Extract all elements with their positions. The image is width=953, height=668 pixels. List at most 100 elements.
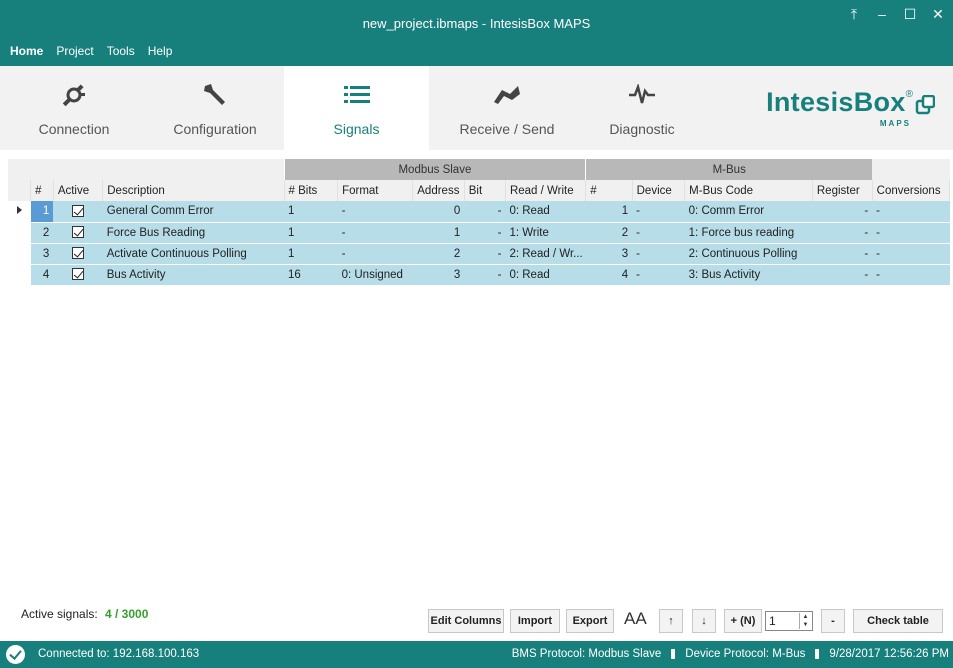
- col-register[interactable]: Register: [812, 180, 873, 201]
- tab-diagnostic[interactable]: Diagnostic: [597, 66, 687, 150]
- col-address[interactable]: Address: [412, 180, 465, 201]
- table-row[interactable]: 4 Bus Activity 16 0: Unsigned 3 - 0: Rea…: [8, 264, 950, 286]
- cell-mbus-number[interactable]: 1: [585, 201, 633, 223]
- stepper-arrows-icon[interactable]: ▲ ▼: [799, 613, 811, 629]
- cell-bits[interactable]: 1: [284, 201, 338, 223]
- row-selector[interactable]: [8, 243, 31, 265]
- add-n-button[interactable]: + (N): [724, 609, 762, 633]
- cell-read-write[interactable]: 0: Read: [505, 264, 586, 286]
- remove-button[interactable]: -: [821, 609, 845, 633]
- cell-register[interactable]: -: [812, 264, 873, 286]
- cell-address[interactable]: 3: [412, 264, 465, 286]
- font-size-button[interactable]: AA: [624, 609, 647, 629]
- export-button[interactable]: Export: [566, 609, 614, 633]
- tab-configuration[interactable]: Configuration: [150, 66, 280, 150]
- check-table-button[interactable]: Check table: [853, 609, 943, 633]
- cell-register[interactable]: -: [812, 201, 873, 223]
- tab-receive-send[interactable]: Receive / Send: [437, 66, 577, 150]
- active-checkbox[interactable]: [53, 264, 103, 286]
- cell-read-write[interactable]: 2: Read / Wr...: [505, 243, 586, 265]
- row-selector[interactable]: [8, 201, 31, 223]
- upload-icon[interactable]: ⤒: [847, 6, 861, 23]
- cell-format[interactable]: -: [337, 222, 413, 244]
- cell-bits[interactable]: 1: [284, 222, 338, 244]
- cell-mbus-code[interactable]: 3: Bus Activity: [684, 264, 813, 286]
- menu-home[interactable]: Home: [10, 44, 43, 58]
- add-count-value: 1: [769, 614, 776, 628]
- table-row[interactable]: 1 General Comm Error 1 - 0 - 0: Read 1 -…: [8, 201, 950, 223]
- col-device[interactable]: Device: [632, 180, 686, 201]
- cell-mbus-number[interactable]: 4: [585, 264, 633, 286]
- col-read-write[interactable]: Read / Write: [505, 180, 587, 201]
- move-up-button[interactable]: ↑: [659, 609, 683, 633]
- move-down-button[interactable]: ↓: [692, 609, 716, 633]
- menu-bar: Home Project Tools Help: [10, 44, 172, 58]
- cell-description[interactable]: Force Bus Reading: [102, 222, 285, 244]
- col-mbus-code[interactable]: M-Bus Code: [684, 180, 813, 201]
- cell-bit[interactable]: -: [464, 264, 506, 286]
- col-bits[interactable]: # Bits: [284, 180, 339, 201]
- edit-columns-button[interactable]: Edit Columns: [428, 609, 504, 633]
- brand-logo-icon: [915, 94, 936, 118]
- col-format[interactable]: Format: [337, 180, 414, 201]
- cell-device[interactable]: -: [632, 243, 685, 265]
- cell-conversions[interactable]: -: [872, 201, 950, 223]
- tab-receive-send-label: Receive / Send: [459, 121, 555, 137]
- cell-device[interactable]: -: [632, 222, 685, 244]
- cell-register[interactable]: -: [812, 222, 873, 244]
- menu-project[interactable]: Project: [56, 44, 93, 58]
- signals-table: Modbus Slave M-Bus # Active Description …: [8, 159, 951, 286]
- cell-conversions[interactable]: -: [872, 243, 950, 265]
- row-number: 3: [30, 243, 54, 265]
- cell-format[interactable]: -: [337, 243, 413, 265]
- cell-address[interactable]: 1: [412, 222, 465, 244]
- cell-mbus-number[interactable]: 2: [585, 222, 633, 244]
- cell-address[interactable]: 0: [412, 201, 465, 223]
- table-row[interactable]: 2 Force Bus Reading 1 - 1 - 1: Write 2 -…: [8, 222, 950, 244]
- menu-help[interactable]: Help: [148, 44, 173, 58]
- cell-bit[interactable]: -: [464, 201, 506, 223]
- col-description[interactable]: Description: [102, 180, 285, 201]
- col-mbus-number[interactable]: #: [585, 180, 633, 201]
- minimize-button[interactable]: –: [875, 6, 889, 23]
- col-active[interactable]: Active: [53, 180, 104, 201]
- cell-bits[interactable]: 16: [284, 264, 338, 286]
- current-row-arrow-icon: [16, 206, 22, 215]
- cell-mbus-code[interactable]: 2: Continuous Polling: [684, 243, 813, 265]
- cell-bit[interactable]: -: [464, 243, 506, 265]
- cell-read-write[interactable]: 0: Read: [505, 201, 586, 223]
- cell-description[interactable]: Bus Activity: [102, 264, 285, 286]
- col-conversions[interactable]: Conversions: [872, 180, 951, 201]
- row-selector[interactable]: [8, 222, 31, 244]
- maximize-button[interactable]: ☐: [903, 6, 917, 23]
- cell-conversions[interactable]: -: [872, 264, 950, 286]
- cell-mbus-code[interactable]: 0: Comm Error: [684, 201, 813, 223]
- menu-tools[interactable]: Tools: [107, 44, 135, 58]
- tab-connection[interactable]: Connection: [18, 66, 130, 150]
- active-checkbox[interactable]: [53, 201, 103, 223]
- cell-read-write[interactable]: 1: Write: [505, 222, 586, 244]
- cell-mbus-number[interactable]: 3: [585, 243, 633, 265]
- cell-conversions[interactable]: -: [872, 222, 950, 244]
- add-count-stepper[interactable]: 1 ▲ ▼: [765, 611, 813, 631]
- cell-address[interactable]: 2: [412, 243, 465, 265]
- table-row[interactable]: 3 Activate Continuous Polling 1 - 2 - 2:…: [8, 243, 950, 265]
- active-checkbox[interactable]: [53, 243, 103, 265]
- tab-signals[interactable]: Signals: [284, 66, 429, 150]
- close-button[interactable]: ✕: [931, 6, 945, 23]
- cell-description[interactable]: General Comm Error: [102, 201, 285, 223]
- cell-mbus-code[interactable]: 1: Force bus reading: [684, 222, 813, 244]
- cell-description[interactable]: Activate Continuous Polling: [102, 243, 285, 265]
- cell-bits[interactable]: 1: [284, 243, 338, 265]
- cell-bit[interactable]: -: [464, 222, 506, 244]
- col-number[interactable]: #: [30, 180, 54, 201]
- cell-device[interactable]: -: [632, 264, 685, 286]
- cell-format[interactable]: -: [337, 201, 413, 223]
- active-checkbox[interactable]: [53, 222, 103, 244]
- import-button[interactable]: Import: [510, 609, 560, 633]
- row-selector[interactable]: [8, 264, 31, 286]
- cell-device[interactable]: -: [632, 201, 685, 223]
- cell-register[interactable]: -: [812, 243, 873, 265]
- cell-format[interactable]: 0: Unsigned: [337, 264, 413, 286]
- col-bit[interactable]: Bit: [464, 180, 506, 201]
